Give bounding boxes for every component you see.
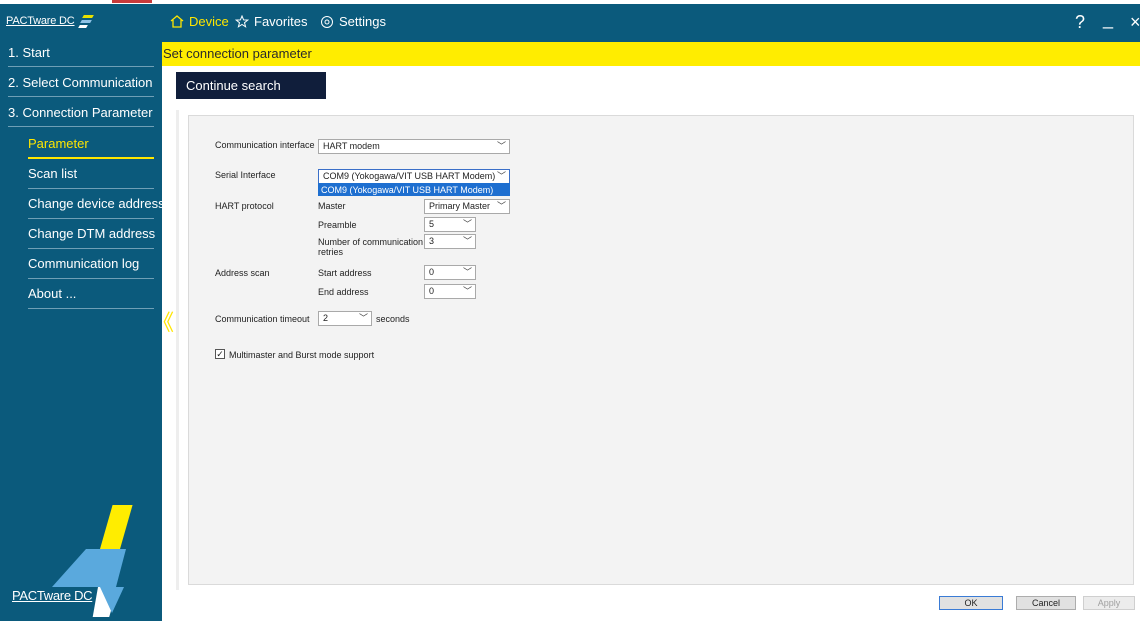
sidebar-item-label: Change DTM address: [28, 226, 156, 241]
star-icon: [235, 15, 249, 28]
apply-button[interactable]: Apply: [1083, 596, 1135, 610]
preamble-select[interactable]: 5 ﹀: [424, 217, 476, 232]
help-button[interactable]: ?: [1075, 13, 1085, 31]
sidebar-item-label: Change device address: [28, 196, 165, 211]
preamble-value: 5: [429, 219, 435, 229]
serial-interface-select[interactable]: COM9 (Yokogawa/VIT USB HART Modem) ﹀: [318, 169, 510, 184]
serial-interface-value: COM9 (Yokogawa/VIT USB HART Modem): [323, 171, 496, 181]
timeout-unit: seconds: [376, 314, 410, 324]
logo-blue-stripe: [52, 549, 126, 587]
sidebar-item-label: Scan list: [28, 166, 78, 181]
nav-favorites-label: Favorites: [254, 14, 308, 29]
top-strip-accent: [112, 0, 152, 3]
brand[interactable]: PACTware DC: [6, 10, 94, 32]
comm-interface-value: HART modem: [323, 141, 380, 151]
timeout-select[interactable]: 2 ﹀: [318, 311, 372, 326]
retries-select[interactable]: 3 ﹀: [424, 234, 476, 249]
continue-search-label: Continue search: [186, 78, 281, 93]
retries-value: 3: [429, 236, 435, 246]
chevron-down-icon: ﹀: [496, 171, 506, 181]
sidebar-item-change-device-address[interactable]: Change device address: [28, 189, 165, 219]
nav-settings-label: Settings: [339, 14, 386, 29]
chevron-down-icon: ﹀: [462, 236, 472, 246]
ok-button[interactable]: OK: [939, 596, 1003, 610]
sidebar-item-label: About ...: [28, 286, 77, 301]
timeout-value: 2: [323, 313, 329, 323]
minimize-button[interactable]: _: [1103, 10, 1113, 28]
master-label: Master: [318, 201, 346, 211]
chevron-down-icon: ﹀: [462, 286, 472, 296]
sidebar-item-label: Parameter: [28, 136, 89, 151]
master-value: Primary Master: [429, 201, 491, 211]
end-address-select[interactable]: 0 ﹀: [424, 284, 476, 299]
nav-favorites[interactable]: Favorites: [235, 14, 307, 29]
retries-label-line2: retries: [318, 247, 344, 257]
address-scan-label: Address scan: [215, 268, 270, 278]
chevron-down-icon: ﹀: [496, 141, 506, 151]
sidebar-step-label: 1. Start: [8, 45, 50, 60]
end-address-label: End address: [318, 287, 369, 297]
sidebar-step-connection-parameter[interactable]: 3. Connection Parameter: [8, 98, 154, 127]
logo-text: PACTware DC: [12, 588, 93, 603]
sidebar-step-label: 3. Connection Parameter: [8, 105, 153, 120]
sidebar-step-start[interactable]: 1. Start: [8, 38, 154, 67]
brand-mark-icon: [77, 14, 94, 28]
serial-interface-label: Serial Interface: [215, 170, 276, 180]
retries-label-line1: Number of communication: [318, 237, 424, 247]
start-address-select[interactable]: 0 ﹀: [424, 265, 476, 280]
page-title-band: Set connection parameter: [162, 42, 1140, 66]
hart-protocol-label: HART protocol: [215, 201, 274, 211]
timeout-label: Communication timeout: [215, 314, 310, 324]
nav-device-label: Device: [189, 14, 229, 29]
end-address-value: 0: [429, 286, 435, 296]
cancel-button[interactable]: Cancel: [1016, 596, 1076, 610]
serial-interface-option-highlighted[interactable]: COM9 (Yokogawa/VIT USB HART Modem): [318, 183, 510, 196]
master-select[interactable]: Primary Master ﹀: [424, 199, 510, 214]
multimaster-label: Multimaster and Burst mode support: [229, 350, 375, 360]
comm-interface-label: Communication interface: [215, 140, 315, 150]
logo-yellow-stripe: [100, 505, 133, 549]
sidebar-step-select-communication[interactable]: 2. Select Communication: [8, 68, 154, 97]
comm-interface-select[interactable]: HART modem ﹀: [318, 139, 510, 154]
sidebar-step-label: 2. Select Communication: [8, 75, 153, 90]
sidebar-item-communication-log[interactable]: Communication log: [28, 249, 154, 279]
header-bar: Device Favorites Settings ? _ ×: [162, 4, 1140, 42]
sidebar-item-label: Communication log: [28, 256, 140, 271]
gear-icon: [321, 15, 333, 28]
start-address-label: Start address: [318, 268, 372, 278]
chevron-down-icon: ﹀: [358, 313, 368, 323]
chevron-down-icon: ﹀: [462, 267, 472, 277]
brand-label: PACTware DC: [6, 15, 75, 27]
page-title: Set connection parameter: [163, 46, 312, 61]
home-icon: [170, 15, 184, 28]
chevron-down-icon: ﹀: [496, 201, 506, 211]
nav-settings[interactable]: Settings: [320, 14, 386, 29]
sidebar-item-scan-list[interactable]: Scan list: [28, 159, 154, 189]
nav-device[interactable]: Device: [170, 14, 229, 29]
sidebar-item-change-dtm-address[interactable]: Change DTM address: [28, 219, 156, 249]
chevron-down-icon: ﹀: [462, 219, 472, 229]
start-address-value: 0: [429, 267, 435, 277]
close-button[interactable]: ×: [1130, 13, 1140, 31]
multimaster-checkbox[interactable]: ✓: [215, 349, 225, 359]
collapse-sidebar-icon[interactable]: 《: [152, 312, 174, 334]
continue-search-button[interactable]: Continue search: [176, 72, 326, 99]
sidebar-item-about[interactable]: About ...: [28, 279, 154, 309]
sidebar-item-parameter[interactable]: Parameter: [28, 129, 154, 159]
preamble-label: Preamble: [318, 220, 357, 230]
